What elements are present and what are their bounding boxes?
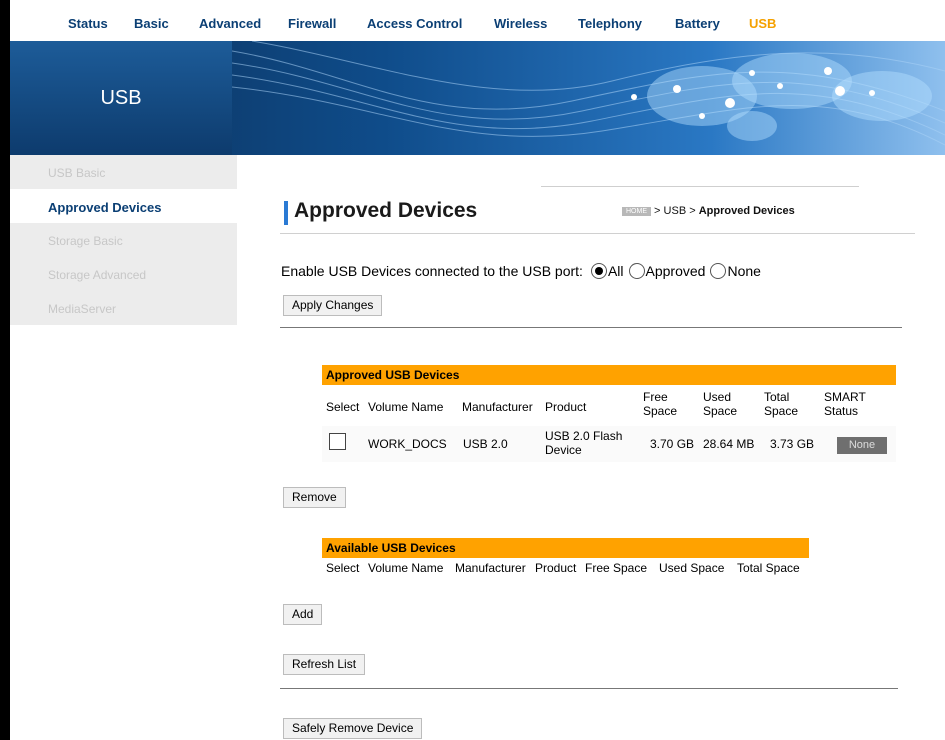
sidebar-item-storage-basic[interactable]: Storage Basic — [10, 223, 237, 257]
nav-firewall[interactable]: Firewall — [288, 16, 336, 31]
col-product: Product — [545, 400, 587, 414]
nav-telephony[interactable]: Telephony — [578, 16, 642, 31]
smart-status-badge: None — [837, 437, 887, 454]
col-free-space: Free Space — [643, 390, 678, 418]
available-devices-header: Available USB Devices — [322, 538, 809, 558]
radio-all-label: All — [607, 263, 624, 279]
title-accent — [284, 201, 288, 225]
top-nav: Status Basic Advanced Firewall Access Co… — [10, 0, 945, 42]
col-smart-status: SMART Status — [824, 390, 866, 418]
sidebar-item-label: MediaServer — [48, 302, 117, 316]
banner-title: USB — [100, 87, 142, 109]
remove-button[interactable]: Remove — [283, 487, 346, 508]
sidebar-item-label: USB Basic — [48, 166, 106, 180]
col-manufacturer: Manufacturer — [455, 561, 526, 575]
radio-approved-label: Approved — [645, 263, 706, 279]
radio-approved[interactable] — [628, 263, 645, 279]
cell-free: 3.70 GB — [650, 437, 695, 451]
cell-manufacturer: USB 2.0 — [463, 437, 508, 451]
page-title: Approved Devices — [294, 199, 478, 222]
nav-status[interactable]: Status — [68, 16, 108, 31]
nav-battery[interactable]: Battery — [675, 16, 720, 31]
radio-none[interactable] — [710, 263, 727, 279]
section-rule — [280, 327, 902, 328]
sidebar-item-label: Storage Basic — [48, 234, 123, 248]
approved-devices-header: Approved USB Devices — [322, 365, 896, 385]
sidebar-item-label: Approved Devices — [48, 200, 162, 215]
sidebar-item-usb-basic[interactable]: USB Basic — [10, 155, 237, 189]
section-rule — [280, 688, 898, 689]
nav-usb[interactable]: USB — [749, 16, 776, 31]
sidebar-item-mediaserver[interactable]: MediaServer — [10, 291, 237, 325]
add-button[interactable]: Add — [283, 604, 323, 625]
col-select: Select — [326, 400, 360, 414]
cell-total: 3.73 GB — [770, 437, 815, 451]
col-free-space: Free Space — [585, 561, 648, 575]
radio-none-label: None — [727, 263, 761, 279]
sidebar-item-storage-advanced[interactable]: Storage Advanced — [10, 257, 237, 291]
nav-advanced[interactable]: Advanced — [199, 16, 261, 31]
nav-basic[interactable]: Basic — [134, 16, 169, 31]
cell-used: 28.64 MB — [703, 437, 755, 451]
banner-title-panel: USB — [10, 41, 232, 155]
breadcrumb-current: Approved Devices — [698, 205, 795, 217]
header-rule — [280, 233, 915, 234]
breadcrumb: HOME > USB > Approved Devices — [622, 205, 795, 217]
sidebar: USB Basic Approved Devices Storage Basic… — [10, 155, 237, 325]
select-checkbox[interactable] — [329, 433, 346, 450]
cell-product: USB 2.0 Flash Device — [545, 429, 623, 457]
breadcrumb-rule — [541, 186, 859, 187]
world-map-graphic — [232, 41, 945, 146]
breadcrumb-trail: > USB > — [651, 205, 699, 217]
col-volume-name: Volume Name — [368, 400, 444, 414]
col-manufacturer: Manufacturer — [462, 400, 533, 414]
apply-changes-button[interactable]: Apply Changes — [283, 295, 383, 316]
home-link[interactable]: HOME — [622, 207, 651, 216]
sidebar-item-label: Storage Advanced — [48, 268, 147, 282]
col-select: Select — [326, 561, 360, 575]
safely-remove-device-button[interactable]: Safely Remove Device — [283, 718, 423, 739]
col-total-space: Total Space — [737, 561, 800, 575]
col-product: Product — [535, 561, 577, 575]
left-border — [0, 0, 10, 740]
refresh-list-button[interactable]: Refresh List — [283, 654, 366, 675]
sidebar-item-approved-devices[interactable]: Approved Devices — [10, 189, 237, 223]
enable-usb-row: Enable USB Devices connected to the USB … — [281, 263, 761, 279]
col-used-space: Used Space — [703, 390, 738, 418]
enable-usb-label: Enable USB Devices connected to the USB … — [281, 263, 583, 279]
cell-volume: WORK_DOCS — [368, 437, 447, 451]
radio-all[interactable] — [590, 263, 607, 279]
banner: USB — [10, 41, 945, 155]
col-total-space: Total Space — [764, 390, 799, 418]
col-used-space: Used Space — [659, 561, 725, 575]
col-volume-name: Volume Name — [368, 561, 444, 575]
nav-access-control[interactable]: Access Control — [367, 16, 462, 31]
nav-wireless[interactable]: Wireless — [494, 16, 547, 31]
